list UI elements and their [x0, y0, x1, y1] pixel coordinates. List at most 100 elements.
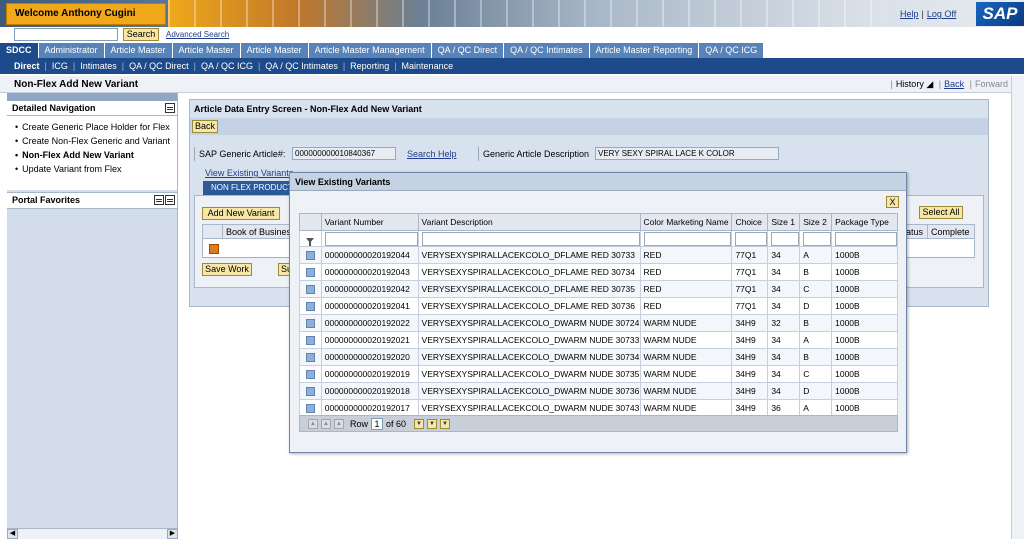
- subnav-qa-qc-direct[interactable]: QA / QC Direct: [124, 61, 194, 71]
- row-selector-icon[interactable]: [305, 268, 315, 278]
- scroll-right-icon[interactable]: ▶: [167, 529, 178, 539]
- column-header-color-marketing-name[interactable]: Color Marketing Name: [639, 213, 733, 231]
- row-selector-cell[interactable]: [299, 331, 322, 349]
- filter-input-size-2[interactable]: [803, 231, 831, 246]
- table-row[interactable]: 000000000020192017 VERYSEXYSPIRALLACEKCOL…: [299, 399, 898, 417]
- row-selector-cell[interactable]: [299, 348, 322, 366]
- filter-cell[interactable]: [799, 230, 833, 247]
- row-selector-cell[interactable]: [299, 399, 322, 417]
- table-row[interactable]: 000000000020192042 VERYSEXYSPIRALLACEKCOL…: [299, 280, 898, 298]
- column-header-package-type[interactable]: Package Type: [831, 213, 898, 231]
- table-row[interactable]: 000000000020192044 VERYSEXYSPIRALLACEKCOL…: [299, 246, 898, 264]
- row-status-icon[interactable]: [209, 244, 219, 254]
- filter-cell[interactable]: [417, 230, 641, 247]
- back-link[interactable]: Back: [944, 79, 964, 89]
- row-selector-cell[interactable]: [299, 365, 322, 383]
- subnav-maintenance[interactable]: Maintenance: [397, 61, 459, 71]
- filter-cell[interactable]: [831, 230, 898, 247]
- filter-cell[interactable]: [767, 230, 801, 247]
- search-button[interactable]: Search: [123, 28, 159, 41]
- nav-update-variant-from-flex[interactable]: Update Variant from Flex: [7, 164, 177, 178]
- row-selector-icon[interactable]: [305, 319, 315, 329]
- subnav-direct[interactable]: Direct: [0, 61, 45, 71]
- filter-input-choice[interactable]: [735, 231, 767, 246]
- row-selector-cell[interactable]: [299, 280, 322, 298]
- subnav-reporting[interactable]: Reporting: [345, 61, 394, 71]
- view-existing-variants-link[interactable]: View Existing Variants: [205, 168, 293, 178]
- back-button[interactable]: Back: [192, 120, 218, 133]
- tab-sdcc[interactable]: SDCC: [0, 43, 39, 58]
- tab-administrator[interactable]: Administrator: [38, 43, 105, 58]
- filter-cell[interactable]: [731, 230, 769, 247]
- select-all-button[interactable]: Select All: [919, 206, 963, 219]
- row-selector-icon[interactable]: [305, 302, 315, 312]
- row-selector-cell[interactable]: [299, 246, 322, 264]
- tab-qa-qc-intimates[interactable]: QA / QC Intimates: [504, 43, 590, 58]
- vertical-scrollbar[interactable]: [1011, 76, 1024, 539]
- row-selector-icon[interactable]: [305, 387, 315, 397]
- nav-non-flex-add-new-variant[interactable]: Non-Flex Add New Variant: [7, 150, 177, 164]
- history-dropdown-icon[interactable]: ◢: [924, 79, 933, 89]
- logoff-link[interactable]: Log Off: [927, 9, 956, 19]
- table-row[interactable]: 000000000020192021 VERYSEXYSPIRALLACEKCOL…: [299, 331, 898, 349]
- help-link[interactable]: Help: [900, 9, 919, 19]
- table-row[interactable]: 000000000020192043 VERYSEXYSPIRALLACEKCOL…: [299, 263, 898, 281]
- subnav-intimates[interactable]: Intimates: [75, 61, 122, 71]
- row-selector-icon[interactable]: [305, 370, 315, 380]
- filter-input-color-marketing-name[interactable]: [643, 231, 731, 246]
- column-header-size-2[interactable]: Size 2: [799, 213, 833, 231]
- table-row[interactable]: 000000000020192019 VERYSEXYSPIRALLACEKCOL…: [299, 365, 898, 383]
- tab-article-master-3[interactable]: Article Master: [240, 43, 309, 58]
- table-row[interactable]: 000000000020192018 VERYSEXYSPIRALLACEKCOL…: [299, 382, 898, 400]
- column-header-variant-description[interactable]: Variant Description: [417, 213, 641, 231]
- add-new-variant-button[interactable]: Add New Variant: [202, 207, 280, 220]
- subnav-icg[interactable]: ICG: [47, 61, 73, 71]
- search-help-link[interactable]: Search Help: [407, 149, 457, 159]
- funnel-icon[interactable]: [306, 237, 315, 246]
- row-selector-icon[interactable]: [305, 285, 315, 295]
- filter-input-variant-number[interactable]: [324, 231, 418, 246]
- generic-article-field[interactable]: 000000000010840367: [292, 147, 396, 160]
- filter-input-package-type[interactable]: [835, 231, 897, 246]
- close-button[interactable]: X: [886, 196, 899, 208]
- column-header-choice[interactable]: Choice: [731, 213, 769, 231]
- tab-article-master-management[interactable]: Article Master Management: [308, 43, 432, 58]
- column-header-variant-number[interactable]: Variant Number: [320, 213, 419, 231]
- favorites-menu-icon[interactable]: [154, 195, 164, 205]
- filter-cell[interactable]: [299, 230, 322, 247]
- table-row[interactable]: 000000000020192020 VERYSEXYSPIRALLACEKCOL…: [299, 348, 898, 366]
- last-page-icon[interactable]: ▼: [440, 419, 450, 429]
- panel-menu-icon[interactable]: [165, 103, 175, 113]
- row-selector-icon[interactable]: [305, 404, 315, 414]
- tab-non-flex-product[interactable]: NON FLEX PRODUCT: [203, 181, 303, 195]
- row-selector-cell[interactable]: [299, 314, 322, 332]
- row-selector-cell[interactable]: [299, 382, 322, 400]
- tab-article-master-reporting[interactable]: Article Master Reporting: [589, 43, 700, 58]
- nav-create-non-flex-generic[interactable]: Create Non-Flex Generic and Variant: [7, 136, 177, 150]
- next-page-icon[interactable]: ▼: [414, 419, 424, 429]
- column-header-size-1[interactable]: Size 1: [767, 213, 801, 231]
- favorites-options-icon[interactable]: [165, 195, 175, 205]
- advanced-search-link[interactable]: Advanced Search: [166, 30, 229, 39]
- horizontal-scrollbar[interactable]: ◀ ▶: [7, 528, 178, 539]
- nav-create-generic-place-holder[interactable]: Create Generic Place Holder for Flex: [7, 122, 177, 136]
- search-input[interactable]: [14, 28, 118, 41]
- filter-cell[interactable]: [320, 230, 419, 247]
- filter-input-size-1[interactable]: [771, 231, 799, 246]
- subnav-qa-qc-intimates[interactable]: QA / QC Intimates: [260, 61, 343, 71]
- tab-qa-qc-direct[interactable]: QA / QC Direct: [431, 43, 505, 58]
- table-row[interactable]: 000000000020192022 VERYSEXYSPIRALLACEKCOL…: [299, 314, 898, 332]
- save-work-button[interactable]: Save Work: [202, 263, 252, 276]
- row-selector-cell[interactable]: [299, 263, 322, 281]
- row-selector-cell[interactable]: [299, 297, 322, 315]
- row-selector-icon[interactable]: [305, 353, 315, 363]
- filter-input-variant-description[interactable]: [421, 231, 640, 246]
- table-row[interactable]: 000000000020192041 VERYSEXYSPIRALLACEKCOL…: [299, 297, 898, 315]
- history-menu[interactable]: History: [896, 79, 924, 89]
- scroll-left-icon[interactable]: ◀: [7, 529, 18, 539]
- tab-qa-qc-icg[interactable]: QA / QC ICG: [699, 43, 765, 58]
- generic-description-field[interactable]: VERY SEXY SPIRAL LACE K COLOR: [595, 147, 779, 160]
- panel-collapse-bar[interactable]: [7, 93, 177, 101]
- tab-article-master-1[interactable]: Article Master: [104, 43, 173, 58]
- row-selector-icon[interactable]: [305, 251, 315, 261]
